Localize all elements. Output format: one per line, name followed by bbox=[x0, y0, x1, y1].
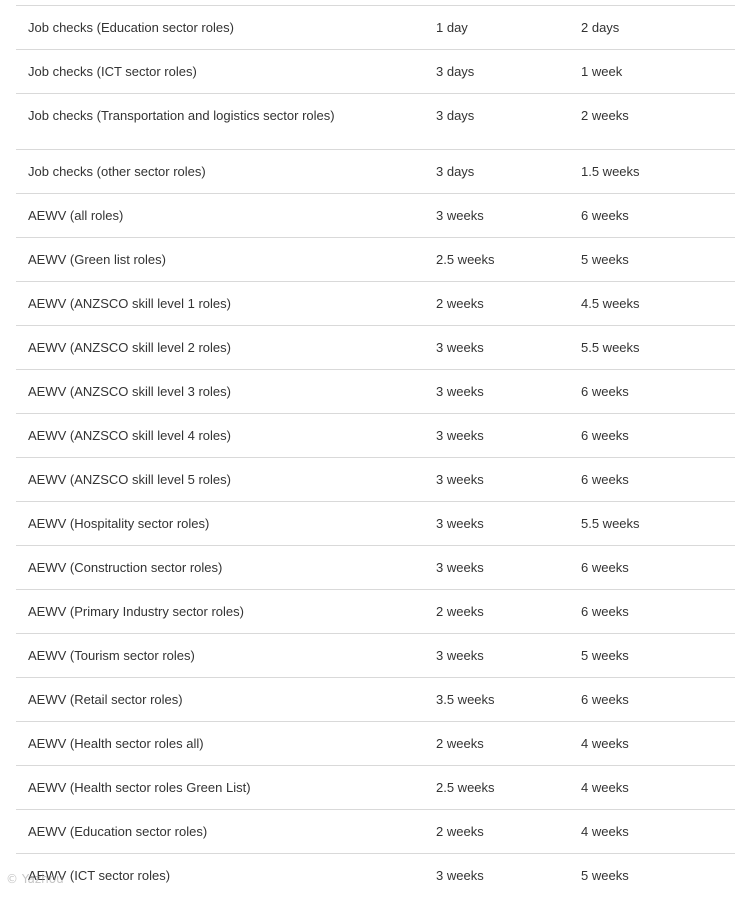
time-cell-2: 2 weeks bbox=[581, 108, 629, 123]
time-cell-1: 2 weeks bbox=[436, 823, 484, 839]
time-cell-2: 5 weeks bbox=[581, 251, 629, 267]
table-row: AEWV (ANZSCO skill level 3 roles) 3 week… bbox=[16, 370, 735, 414]
time-cell-1: 3 weeks bbox=[436, 867, 484, 883]
table-row: AEWV (ANZSCO skill level 5 roles) 3 week… bbox=[16, 458, 735, 502]
time-cell-2: 5 weeks bbox=[581, 647, 629, 663]
time-cell-1: 3 weeks bbox=[436, 559, 484, 575]
time-cell-1: 3 days bbox=[436, 163, 475, 179]
role-cell: Job checks (Education sector roles) bbox=[28, 19, 234, 35]
time-cell-2: 5 weeks bbox=[581, 867, 629, 883]
table-row: AEWV (Retail sector roles) 3.5 weeks 6 w… bbox=[16, 678, 735, 722]
table-row: Job checks (ICT sector roles) 3 days 1 w… bbox=[16, 50, 735, 94]
table-row: AEWV (Primary Industry sector roles) 2 w… bbox=[16, 590, 735, 634]
role-cell: AEWV (Construction sector roles) bbox=[28, 559, 223, 575]
table-row: Job checks (Transportation and logistics… bbox=[16, 94, 735, 150]
time-cell-1: 2 weeks bbox=[436, 603, 484, 619]
role-cell: AEWV (Green list roles) bbox=[28, 251, 166, 267]
time-cell-2: 6 weeks bbox=[581, 471, 629, 487]
table-row: AEWV (Health sector roles Green List) 2.… bbox=[16, 766, 735, 810]
time-cell-1: 1 day bbox=[436, 19, 468, 35]
role-cell: Job checks (ICT sector roles) bbox=[28, 63, 197, 79]
role-cell: AEWV (Health sector roles Green List) bbox=[28, 779, 251, 795]
role-cell: AEWV (ANZSCO skill level 2 roles) bbox=[28, 339, 231, 355]
time-cell-2: 6 weeks bbox=[581, 691, 629, 707]
role-cell: AEWV (ANZSCO skill level 4 roles) bbox=[28, 427, 231, 443]
role-cell: AEWV (ANZSCO skill level 5 roles) bbox=[28, 471, 231, 487]
time-cell-2: 1 week bbox=[581, 63, 623, 79]
time-cell-1: 2 weeks bbox=[436, 735, 484, 751]
time-cell-1: 3 weeks bbox=[436, 339, 484, 355]
time-cell-2: 4.5 weeks bbox=[581, 295, 640, 311]
time-cell-1: 3 weeks bbox=[436, 647, 484, 663]
role-cell: AEWV (all roles) bbox=[28, 207, 124, 223]
role-cell: Job checks (other sector roles) bbox=[28, 163, 206, 179]
time-cell-2: 4 weeks bbox=[581, 735, 629, 751]
time-cell-2: 6 weeks bbox=[581, 383, 629, 399]
time-cell-2: 1.5 weeks bbox=[581, 163, 640, 179]
time-cell-2: 6 weeks bbox=[581, 559, 629, 575]
role-cell: AEWV (Health sector roles all) bbox=[28, 735, 204, 751]
time-cell-1: 3 weeks bbox=[436, 471, 484, 487]
table-row: AEWV (ANZSCO skill level 1 roles) 2 week… bbox=[16, 282, 735, 326]
time-cell-1: 3 weeks bbox=[436, 207, 484, 223]
table-row: AEWV (Hospitality sector roles) 3 weeks … bbox=[16, 502, 735, 546]
table-row: AEWV (Health sector roles all) 2 weeks 4… bbox=[16, 722, 735, 766]
time-cell-2: 5.5 weeks bbox=[581, 515, 640, 531]
role-cell: AEWV (Education sector roles) bbox=[28, 823, 208, 839]
time-cell-2: 6 weeks bbox=[581, 603, 629, 619]
table-row: AEWV (Green list roles) 2.5 weeks 5 week… bbox=[16, 238, 735, 282]
time-cell-1: 3 days bbox=[436, 63, 475, 79]
time-cell-1: 2 weeks bbox=[436, 295, 484, 311]
time-cell-1: 3 days bbox=[436, 108, 475, 123]
table-row: AEWV (all roles) 3 weeks 6 weeks bbox=[16, 194, 735, 238]
role-cell: AEWV (Retail sector roles) bbox=[28, 691, 183, 707]
role-cell: Job checks (Transportation and logistics… bbox=[28, 108, 335, 123]
table-row: AEWV (ICT sector roles) 3 weeks 5 weeks bbox=[16, 854, 735, 897]
role-cell: AEWV (Tourism sector roles) bbox=[28, 647, 195, 663]
table-row: AEWV (ANZSCO skill level 2 roles) 3 week… bbox=[16, 326, 735, 370]
time-cell-1: 3 weeks bbox=[436, 383, 484, 399]
time-cell-2: 2 days bbox=[581, 19, 620, 35]
time-cell-2: 5.5 weeks bbox=[581, 339, 640, 355]
time-cell-1: 3.5 weeks bbox=[436, 691, 495, 707]
watermark-logo: © Yazhou bbox=[6, 872, 64, 886]
table-row: AEWV (Tourism sector roles) 3 weeks 5 we… bbox=[16, 634, 735, 678]
time-cell-2: 6 weeks bbox=[581, 207, 629, 223]
time-cell-1: 3 weeks bbox=[436, 427, 484, 443]
table-row: AEWV (Construction sector roles) 3 weeks… bbox=[16, 546, 735, 590]
table-row: Job checks (other sector roles) 3 days 1… bbox=[16, 150, 735, 194]
time-cell-2: 4 weeks bbox=[581, 823, 629, 839]
table-row: AEWV (Education sector roles) 2 weeks 4 … bbox=[16, 810, 735, 854]
time-cell-1: 2.5 weeks bbox=[436, 251, 495, 267]
time-cell-2: 6 weeks bbox=[581, 427, 629, 443]
table-row: AEWV (ANZSCO skill level 4 roles) 3 week… bbox=[16, 414, 735, 458]
role-cell: AEWV (ICT sector roles) bbox=[28, 867, 171, 883]
time-cell-1: 2.5 weeks bbox=[436, 779, 495, 795]
processing-times-table: Job checks (Education sector roles) 1 da… bbox=[16, 5, 735, 897]
time-cell-1: 3 weeks bbox=[436, 515, 484, 531]
role-cell: AEWV (ANZSCO skill level 1 roles) bbox=[28, 295, 231, 311]
role-cell: AEWV (Hospitality sector roles) bbox=[28, 515, 210, 531]
role-cell: AEWV (ANZSCO skill level 3 roles) bbox=[28, 383, 231, 399]
role-cell: AEWV (Primary Industry sector roles) bbox=[28, 603, 244, 619]
time-cell-2: 4 weeks bbox=[581, 779, 629, 795]
table-row: Job checks (Education sector roles) 1 da… bbox=[16, 6, 735, 50]
